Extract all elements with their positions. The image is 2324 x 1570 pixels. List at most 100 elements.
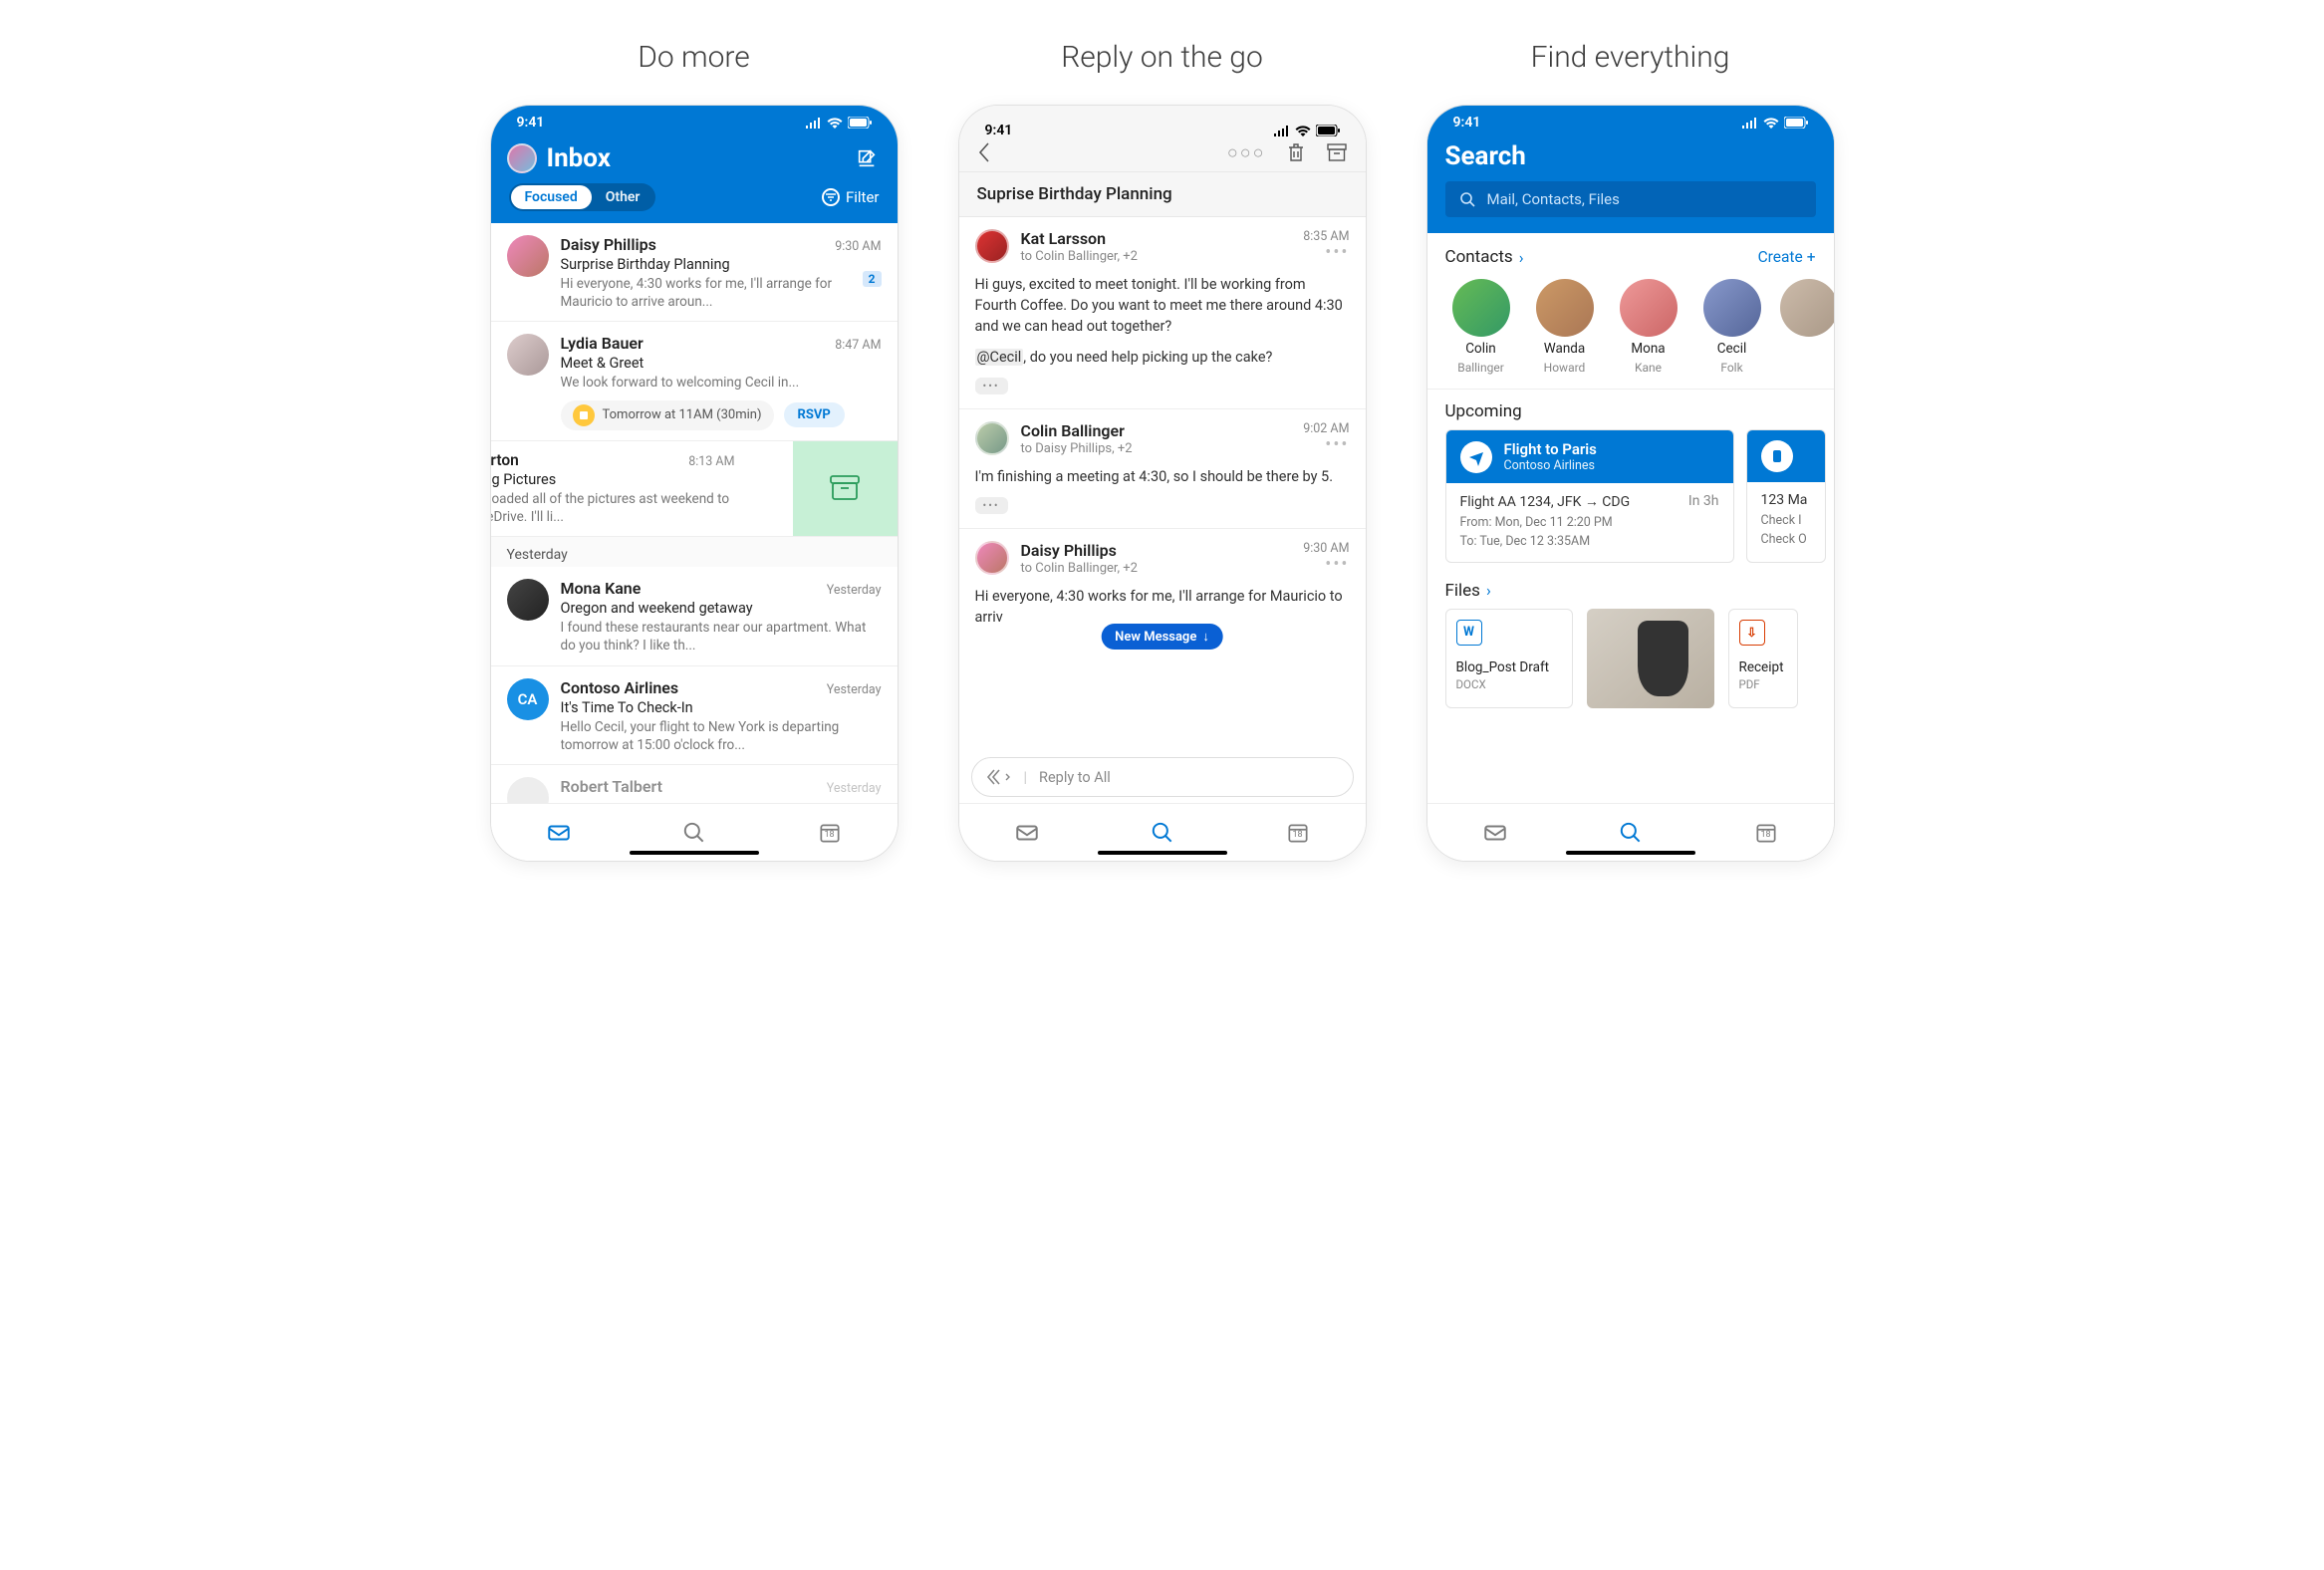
arrow-down-icon: ↓ [1202,629,1209,645]
expand-quoted-icon[interactable]: ••• [975,378,1008,394]
contact-item[interactable]: Cecil Folk [1696,279,1768,375]
file-name: Blog_Post Draft [1456,659,1562,675]
sender-name: Lydia Bauer [561,334,644,353]
battery-icon [1784,117,1808,129]
contact-avatar [1536,279,1594,337]
message-row[interactable]: Robert Talbert Yesterday [491,765,898,803]
mail-tab-icon[interactable] [1482,820,1508,846]
create-contact-button[interactable]: Create + [1758,248,1816,266]
avatar-initials: CA [518,690,538,708]
mention[interactable]: @Cecil [975,349,1024,366]
flight-to: To: Tue, Dec 12 3:35AM [1460,533,1719,552]
file-card[interactable]: W Blog_Post Draft DOCX [1445,609,1573,708]
more-icon[interactable]: ○○○ [1227,142,1266,163]
message-row[interactable]: CA Contoso Airlines Yesterday It's Time … [491,666,898,765]
expand-quoted-icon[interactable]: ••• [975,497,1008,514]
thread-message[interactable]: Kat Larsson to Colin Ballinger, +2 8:35 … [959,217,1366,409]
new-message-pill[interactable]: New Message ↓ [1101,624,1223,650]
contact-last: Howard [1544,361,1586,375]
calendar-tab-icon[interactable]: 18 [817,820,843,846]
archive-icon[interactable] [1326,142,1348,162]
search-tab-icon[interactable] [1150,820,1175,846]
account-avatar[interactable] [507,143,537,173]
message-row[interactable]: Daisy Phillips 9:30 AM Surprise Birthday… [491,223,898,322]
message-more-icon[interactable]: ••• [1303,554,1349,575]
message-time: Yesterday [827,583,882,598]
section-header: Yesterday [491,537,898,567]
sender-avatar [975,229,1009,263]
contact-first: Cecil [1717,341,1747,357]
signal-icon [1273,126,1290,136]
file-name: Receipt [1739,659,1787,675]
sender-avatar [507,334,549,376]
sender-avatar [507,777,549,803]
thread-message[interactable]: Colin Ballinger to Daisy Phillips, +2 9:… [959,409,1366,529]
contact-item[interactable]: Wanda Howard [1529,279,1601,375]
reply-all-icon[interactable] [986,768,1012,786]
image-file-card[interactable] [1587,609,1714,708]
calendar-tab-icon[interactable]: 18 [1285,820,1311,846]
archive-action[interactable] [793,441,898,536]
search-tab-icon[interactable] [681,820,707,846]
status-time: 9:41 [985,123,1013,138]
status-icons [1273,125,1340,136]
contacts-section-link[interactable]: Contacts › [1445,247,1524,267]
inbox-title: Inbox [547,143,611,173]
reply-bar[interactable]: | Reply to All [971,757,1354,797]
contact-item-partial[interactable] [1780,279,1810,375]
calendar-tab-icon[interactable]: 18 [1753,820,1779,846]
home-indicator [1566,851,1695,856]
trash-icon[interactable] [1286,141,1306,163]
status-icons [1741,117,1808,129]
message-subject: Surprise Birthday Planning [561,256,882,273]
message-row[interactable]: Lydia Bauer 8:47 AM Meet & Greet We look… [491,322,898,440]
mail-tab-icon[interactable] [1014,820,1040,846]
message-time: 9:30 AM [835,239,881,254]
filter-icon [822,188,840,206]
status-time: 9:41 [517,115,545,131]
filter-button[interactable]: Filter [822,188,880,206]
contact-avatar [1452,279,1510,337]
upcoming-card-flight[interactable]: Flight to Paris Contoso Airlines Flight … [1445,429,1734,563]
flight-from: From: Mon, Dec 11 2:20 PM [1460,514,1719,533]
message-body-text: , do you need help picking up the cake? [1023,349,1272,366]
contact-item[interactable]: Colin Ballinger [1445,279,1517,375]
phone-frame-2: 9:41 ○○○ Suprise Birthday Planning [958,105,1367,862]
status-time: 9:41 [1453,115,1481,131]
message-list[interactable]: Daisy Phillips 9:30 AM Surprise Birthday… [491,223,898,803]
contact-item[interactable]: Mona Kane [1613,279,1684,375]
contact-avatar [1620,279,1678,337]
tab-bar: 18 [959,803,1366,861]
tab-other[interactable]: Other [592,185,654,209]
signal-icon [805,118,822,129]
back-icon[interactable] [977,141,991,163]
sender-avatar [507,235,549,277]
sender-name: Daisy Phillips [1021,541,1292,560]
card-title: Flight to Paris [1504,440,1597,458]
message-time: Yesterday [827,682,882,697]
message-row-swiped[interactable]: ste Burton 8:13 AM Bonding Pictures cil,… [491,441,898,537]
message-more-icon[interactable]: ••• [1303,434,1349,455]
file-card[interactable]: ⇩ Receipt PDF [1728,609,1798,708]
message-subject: It's Time To Check-In [561,699,882,716]
tab-focused[interactable]: Focused [511,185,592,209]
contact-avatar [1780,279,1834,337]
panel-title-2: Reply on the go [1061,40,1263,75]
message-row[interactable]: Mona Kane Yesterday Oregon and weekend g… [491,567,898,665]
wifi-icon [1295,126,1311,136]
search-tab-icon[interactable] [1618,820,1644,846]
contacts-strip[interactable]: Colin Ballinger Wanda Howard Mona Kane C… [1427,275,1834,389]
to-line: to Colin Ballinger, +2 [1021,249,1292,264]
rsvp-button[interactable]: RSVP [784,402,845,427]
mail-tab-icon[interactable] [546,820,572,846]
search-title: Search [1445,141,1816,171]
compose-icon[interactable] [856,147,878,169]
reply-placeholder: Reply to All [1039,769,1111,786]
status-bar: 9:41 [1427,106,1834,133]
sender-name: Mona Kane [561,579,642,598]
message-more-icon[interactable]: ••• [1303,242,1349,263]
upcoming-card-hotel[interactable]: 123 Ma Check I Check O [1746,429,1826,563]
message-body: Hi everyone, 4:30 works for me, I'll arr… [975,586,1350,628]
search-input[interactable]: Mail, Contacts, Files [1445,181,1816,217]
files-section-link[interactable]: Files › [1445,581,1491,601]
